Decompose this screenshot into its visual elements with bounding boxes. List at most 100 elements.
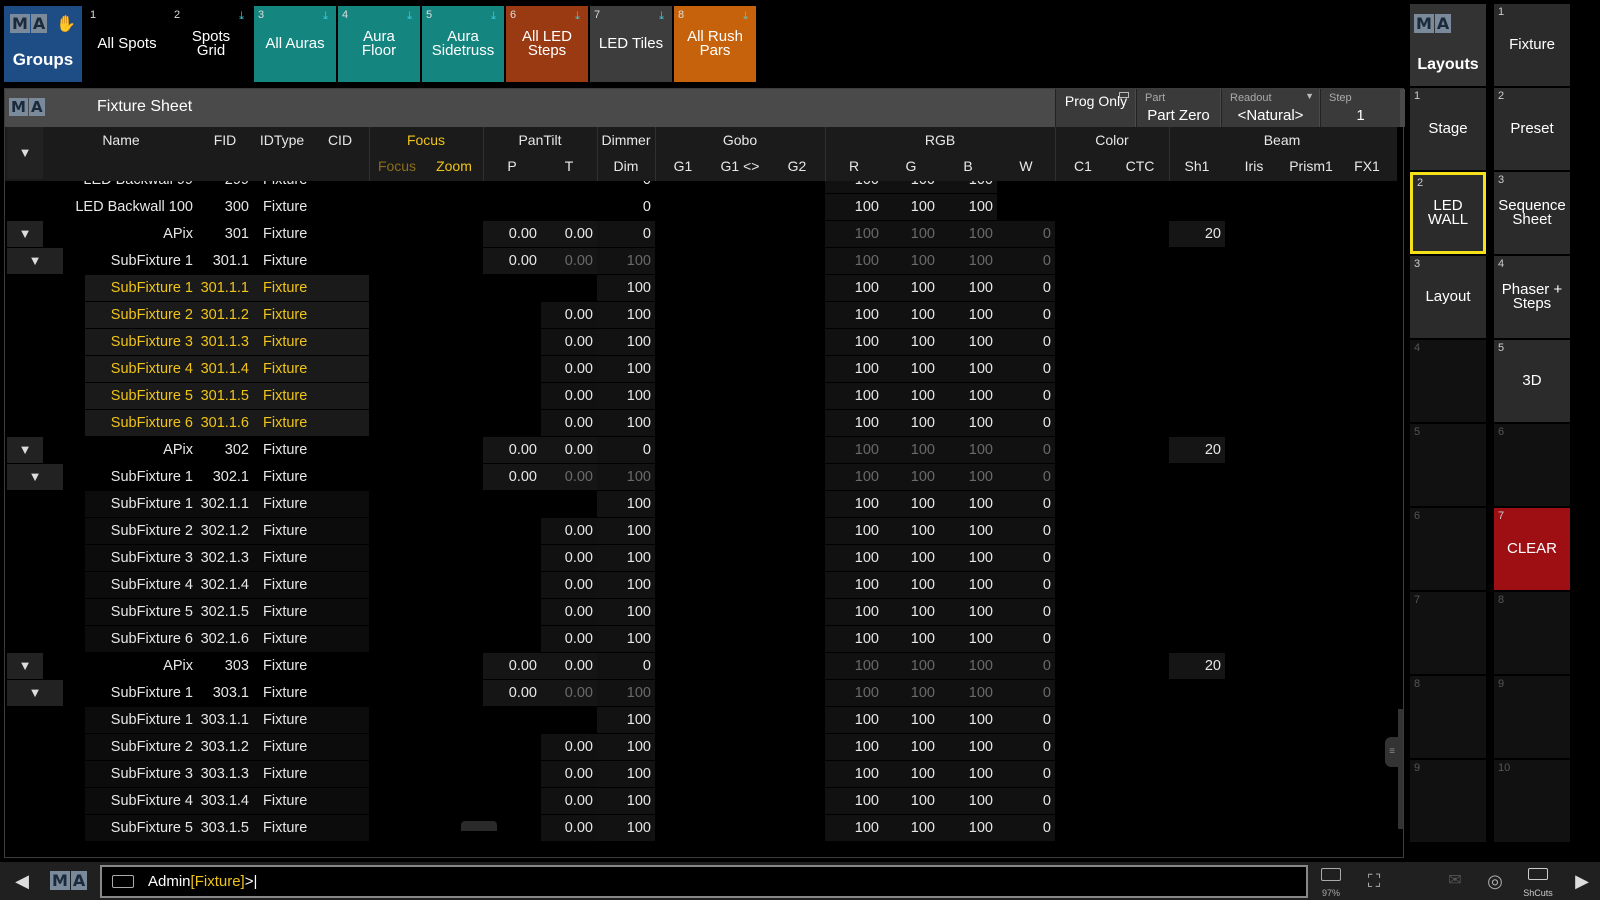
zoom-button[interactable]: 97%	[1312, 862, 1350, 900]
table-row[interactable]: SubFixture 1 301.1.1 Fixture 100 100 100 100 0	[5, 275, 1397, 302]
table-row[interactable]: SubFixture 6 302.1.6 Fixture 0.00 100 100 100 1…	[5, 626, 1397, 653]
col-zoom[interactable]: Zoom	[425, 158, 483, 174]
pool-item-3d[interactable]: 5 3D	[1494, 340, 1570, 422]
col-group-gobo[interactable]: Gobo	[655, 132, 825, 148]
col-group-pantilt[interactable]: PanTilt	[483, 132, 597, 148]
table-row[interactable]: LED Backwall 99299Fixture0100100100	[5, 181, 1397, 194]
pool-item-preset[interactable]: 2 Preset	[1494, 88, 1570, 170]
table-row[interactable]: SubFixture 4 302.1.4 Fixture 0.00 100 100 100 1…	[5, 572, 1397, 599]
col-focus[interactable]: Focus	[369, 158, 425, 174]
scroll-handle[interactable]	[461, 821, 497, 831]
col-sh1[interactable]: Sh1	[1169, 158, 1225, 174]
back-arrow-icon[interactable]: ◀	[8, 862, 36, 900]
col-g[interactable]: G	[883, 158, 939, 174]
prog-only-toggle[interactable]: Prog Only	[1055, 89, 1135, 127]
table-row[interactable]: SubFixture 2 302.1.2 Fixture 0.00 100 100 100 1…	[5, 518, 1397, 545]
table-row[interactable]: SubFixture 3 302.1.3 Fixture 0.00 100 100 100 1…	[5, 545, 1397, 572]
table-row[interactable]: ▼ SubFixture 1 303.1 Fixture 0.00 0.00 100 100 1…	[5, 680, 1397, 707]
table-row[interactable]: ▼ APix 302 Fixture 0.00 0.00 0 100 100 100 0 20	[5, 437, 1397, 464]
pool-item-sequence-sheet[interactable]: 3 Sequence Sheet	[1494, 172, 1570, 254]
pool-item-clear[interactable]: 7 CLEAR	[1494, 508, 1570, 590]
group-tile-3[interactable]: 3 ⤓ All Auras	[254, 6, 336, 82]
group-tile-1[interactable]: 1 All Spots	[86, 6, 168, 82]
col-group-dimmer[interactable]: Dimmer	[597, 132, 655, 148]
pool-item-empty[interactable]: 5	[1410, 424, 1486, 506]
expand-toggle-icon[interactable]: ▼	[7, 437, 43, 463]
readout-dropdown[interactable]: Readout <Natural> ▼	[1221, 89, 1319, 127]
col-name[interactable]: Name	[45, 132, 197, 148]
table-row[interactable]: SubFixture 5 303.1.5 Fixture 0.00 100 100 100 1…	[5, 815, 1397, 842]
col-c1[interactable]: C1	[1055, 158, 1111, 174]
table-row[interactable]: SubFixture 2 303.1.2 Fixture 0.00 100 100 100 1…	[5, 734, 1397, 761]
layouts-pool-button[interactable]: MA Layouts	[1410, 4, 1486, 86]
table-row[interactable]: ▼ SubFixture 1 302.1 Fixture 0.00 0.00 100 100 1…	[5, 464, 1397, 491]
pool-item-fixture[interactable]: 1 Fixture	[1494, 4, 1570, 86]
col-r[interactable]: R	[825, 158, 883, 174]
mail-icon[interactable]: ✉	[1440, 862, 1470, 900]
command-line-input[interactable]: Admin[Fixture]>|	[100, 865, 1308, 898]
expand-toggle-icon[interactable]: ▼	[7, 221, 43, 247]
col-group-rgb[interactable]: RGB	[825, 132, 1055, 148]
col-idtype[interactable]: IDType	[253, 132, 311, 148]
bottom-ma-logo[interactable]: MA	[50, 871, 88, 890]
col-dim[interactable]: Dim	[597, 158, 655, 174]
table-row[interactable]: SubFixture 1 302.1.1 Fixture 100 100 100 100 0	[5, 491, 1397, 518]
col-b[interactable]: B	[939, 158, 997, 174]
pool-item-phaser-steps[interactable]: 4 Phaser + Steps	[1494, 256, 1570, 338]
window-ma-logo[interactable]: MA	[9, 98, 46, 116]
pool-item-empty[interactable]: 9	[1494, 676, 1570, 758]
col-g1[interactable]: G1	[655, 158, 711, 174]
expand-toggle-icon[interactable]: ▼	[7, 653, 43, 679]
pool-item-empty[interactable]: 6	[1494, 424, 1570, 506]
col-group-beam[interactable]: Beam	[1169, 132, 1395, 148]
group-tile-8[interactable]: 8 ⤓ All Rush Pars	[674, 6, 756, 82]
col-fid[interactable]: FID	[199, 132, 251, 148]
pool-item-empty[interactable]: 9	[1410, 760, 1486, 842]
col-fx1[interactable]: FX1	[1339, 158, 1395, 174]
vertical-scrollbar[interactable]	[1398, 709, 1403, 829]
group-tile-6[interactable]: 6 ⤓ All LED Steps	[506, 6, 588, 82]
pool-item-empty[interactable]: 7	[1410, 592, 1486, 674]
col-group-focus[interactable]: Focus	[369, 132, 483, 148]
table-row[interactable]: SubFixture 4 301.1.4 Fixture 0.00 100 100 100 1…	[5, 356, 1397, 383]
shortcuts-button[interactable]: ShCuts	[1516, 862, 1560, 900]
globe-icon[interactable]: ◎	[1480, 862, 1510, 900]
group-tile-4[interactable]: 4 ⤓ Aura Floor	[338, 6, 420, 82]
table-row[interactable]: SubFixture 4 303.1.4 Fixture 0.00 100 100 100 1…	[5, 788, 1397, 815]
col-cid[interactable]: CID	[311, 132, 369, 148]
network-icon[interactable]: ⛶	[1356, 862, 1392, 900]
col-prism1[interactable]: Prism1	[1283, 158, 1339, 174]
table-row[interactable]: SubFixture 6 301.1.6 Fixture 0.00 100 100 100 1…	[5, 410, 1397, 437]
part-selector[interactable]: Part Part Zero	[1136, 89, 1220, 127]
group-tile-5[interactable]: 5 ⤓ Aura Sidetruss	[422, 6, 504, 82]
table-row[interactable]: ▼ SubFixture 1 301.1 Fixture 0.00 0.00 100 100 1…	[5, 248, 1397, 275]
col-p[interactable]: P	[483, 158, 541, 174]
col-g2[interactable]: G2	[769, 158, 825, 174]
pool-item-empty[interactable]: 10	[1494, 760, 1570, 842]
table-row[interactable]: SubFixture 5 302.1.5 Fixture 0.00 100 100 100 1…	[5, 599, 1397, 626]
keyboard-icon[interactable]	[112, 875, 134, 888]
forward-arrow-icon[interactable]: ▶	[1568, 862, 1596, 900]
collapse-all-button[interactable]: ▼	[7, 127, 43, 179]
table-row[interactable]: ▼ APix 303 Fixture 0.00 0.00 0 100 100 100 0 20	[5, 653, 1397, 680]
pool-item-empty[interactable]: 8	[1494, 592, 1570, 674]
table-row[interactable]: ▼ APix 301 Fixture 0.00 0.00 0 100 100 100 0 20	[5, 221, 1397, 248]
table-row[interactable]: LED Backwall 100 300 Fixture 0 100 100 100	[5, 194, 1397, 221]
pool-item-stage[interactable]: 1 Stage	[1410, 88, 1486, 170]
table-row[interactable]: SubFixture 5 301.1.5 Fixture 0.00 100 100 100 1…	[5, 383, 1397, 410]
group-tile-2[interactable]: 2 ⤓ Spots Grid	[170, 6, 252, 82]
table-row[interactable]: SubFixture 2 301.1.2 Fixture 0.00 100 100 100 1…	[5, 302, 1397, 329]
pool-item-empty[interactable]: 4	[1410, 340, 1486, 422]
col-group-color[interactable]: Color	[1055, 132, 1169, 148]
col-iris[interactable]: Iris	[1225, 158, 1283, 174]
table-row[interactable]: SubFixture 3 303.1.3 Fixture 0.00 100 100 100 1…	[5, 761, 1397, 788]
col-t[interactable]: T	[541, 158, 597, 174]
col-w[interactable]: W	[997, 158, 1055, 174]
groups-pool-button[interactable]: MA ✋ Groups	[4, 6, 82, 82]
table-row[interactable]: SubFixture 1 303.1.1 Fixture 100 100 100 100 0	[5, 707, 1397, 734]
pool-item-empty[interactable]: 6	[1410, 508, 1486, 590]
table-row[interactable]: SubFixture 3 301.1.3 Fixture 0.00 100 100 100 1…	[5, 329, 1397, 356]
col-g1-rot[interactable]: G1 <>	[711, 158, 769, 174]
step-selector[interactable]: Step 1	[1320, 89, 1400, 127]
pool-item-empty[interactable]: 8	[1410, 676, 1486, 758]
